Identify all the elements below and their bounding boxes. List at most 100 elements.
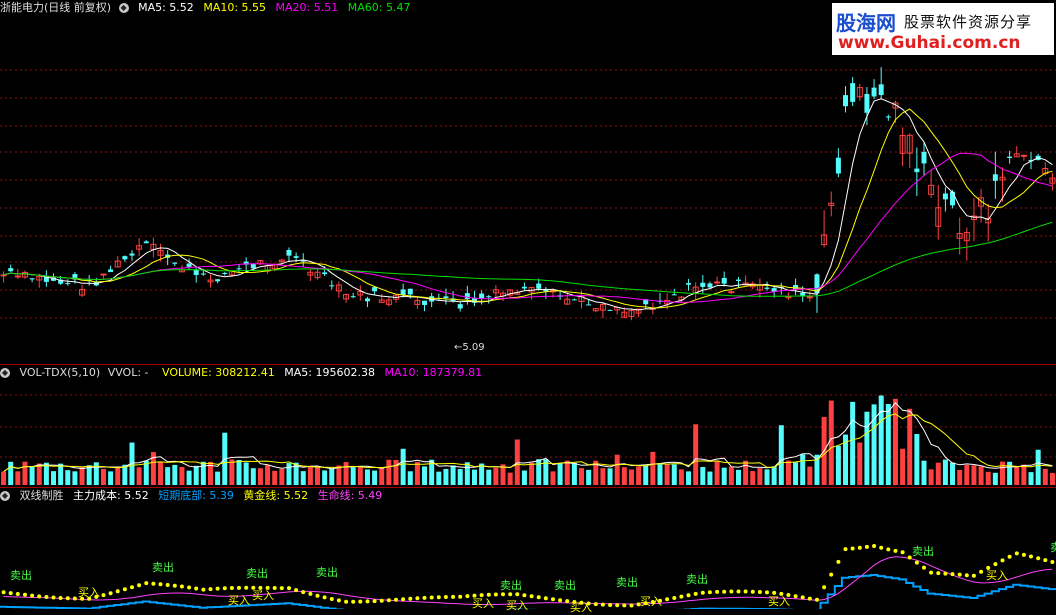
- volume-bar: [636, 466, 642, 485]
- volume-bar: [671, 464, 677, 485]
- indicator-panel[interactable]: ◆ 双线制胜 主力成本: 5.52 短期底部: 5.39 黄金线: 5.52 生…: [0, 487, 1056, 614]
- volume-ma10-label: MA10: 187379.81: [384, 366, 483, 379]
- volume-header: ◆ VOL-TDX(5,10) VVOL: - VOLUME: 308212.4…: [0, 365, 488, 381]
- volume-panel[interactable]: ◆ VOL-TDX(5,10) VVOL: - VOLUME: 308212.4…: [0, 363, 1056, 487]
- volume-bar: [628, 469, 634, 485]
- candle-body: [407, 288, 413, 295]
- volume-bar: [678, 469, 684, 485]
- gold-line-dot: [843, 547, 848, 552]
- volume-chart[interactable]: [0, 363, 1056, 487]
- volume-bar: [928, 469, 934, 485]
- volume-bar: [379, 467, 385, 485]
- volume-bar: [728, 466, 734, 485]
- gold-line-dot: [322, 595, 327, 600]
- gold-line-dot: [914, 560, 919, 565]
- gold-line-dot: [900, 550, 905, 555]
- watermark-tagline: 股票软件资源分享: [904, 13, 1033, 31]
- candle-body: [186, 263, 192, 267]
- buy-signal-label: 买入: [768, 595, 790, 608]
- gold-line-dot: [608, 603, 613, 607]
- volume-bar: [372, 470, 378, 485]
- volume-bar: [785, 460, 791, 485]
- volume-bar: [907, 408, 913, 485]
- volume-bar: [58, 463, 64, 485]
- candle-body: [250, 263, 256, 269]
- gold-line-dot: [957, 572, 962, 577]
- candle-body: [800, 292, 806, 296]
- short-bottom-line: [0, 574, 1056, 609]
- candle-body: [835, 157, 841, 174]
- gold-line-dot: [201, 587, 206, 592]
- watermark-logo: 股海网 股票软件资源分享 www.Guhai.com.cn: [832, 3, 1054, 55]
- volume-bar: [878, 395, 884, 485]
- candle-body: [65, 283, 71, 285]
- volume-bar: [686, 471, 692, 485]
- gold-line-dot: [836, 559, 841, 564]
- volume-bar: [1021, 464, 1027, 485]
- main-cost-label: 主力成本: 5.52: [73, 489, 149, 502]
- indicator-circle-icon[interactable]: ◆: [0, 491, 10, 501]
- candle-body: [222, 272, 228, 274]
- gold-line-dot: [344, 599, 349, 604]
- volume-bar: [357, 467, 363, 485]
- volume-bar: [51, 471, 57, 485]
- gold-line-dot: [922, 565, 926, 570]
- gold-line-dot: [208, 587, 213, 592]
- candle-body: [536, 283, 542, 289]
- gold-line-dot: [179, 584, 184, 589]
- volume-bar: [735, 469, 741, 485]
- gold-line-dot: [822, 585, 827, 590]
- candle-body: [193, 270, 199, 276]
- gold-line-dot: [672, 596, 677, 600]
- gold-line-dot: [394, 597, 398, 602]
- gold-line-dot: [529, 594, 534, 599]
- volume-bar: [257, 468, 263, 485]
- gold-line-dot: [365, 599, 370, 604]
- gold-line-dot: [700, 590, 705, 595]
- settings-circle-icon[interactable]: ◆: [118, 3, 129, 13]
- candle-body: [443, 296, 449, 299]
- volume-bar: [422, 466, 428, 485]
- volume-bar: [464, 462, 470, 485]
- sell-signal-label: 卖出: [1050, 541, 1056, 554]
- volume-circle-icon[interactable]: ◆: [0, 368, 10, 378]
- buy-signal-label: 买入: [228, 594, 250, 607]
- gold-line-dot: [1050, 560, 1055, 564]
- volume-indicator-name: VOL-TDX(5,10): [19, 366, 101, 379]
- volume-bar: [79, 466, 85, 485]
- gold-line-dot: [943, 571, 948, 576]
- volume-bar: [443, 468, 449, 485]
- gold-line-dot: [23, 592, 27, 597]
- gold-line-dot: [165, 583, 170, 587]
- gold-line-dot: [593, 602, 598, 607]
- volume-bar: [643, 465, 649, 485]
- volume-bar: [386, 459, 392, 485]
- candle-body: [885, 116, 891, 118]
- gold-line-dot: [279, 586, 284, 591]
- gold-line-dot: [979, 569, 984, 574]
- volume-bar: [657, 464, 663, 485]
- candle-body: [671, 294, 677, 296]
- gold-line-dot: [971, 573, 976, 578]
- gold-line-dot: [465, 594, 470, 599]
- volume-bar: [407, 471, 413, 485]
- candle-body: [100, 273, 107, 276]
- indicator-chart[interactable]: [0, 487, 1056, 609]
- gold-line-dot: [294, 588, 299, 593]
- gold-line-dot: [329, 597, 334, 601]
- gold-line-dot: [1043, 558, 1048, 563]
- candle-body: [921, 151, 927, 164]
- candle-body: [686, 283, 692, 285]
- gold-line-dot: [151, 581, 156, 586]
- candle-body: [586, 304, 592, 306]
- volume-bar: [236, 459, 242, 485]
- candle-body: [129, 253, 135, 256]
- candle-body: [721, 277, 727, 284]
- gold-line-dot: [807, 596, 812, 601]
- life-line-label: 生命线: 5.49: [317, 489, 383, 502]
- volume-bar: [835, 445, 841, 485]
- gold-line-dot: [351, 599, 356, 604]
- candle-body: [293, 256, 299, 258]
- price-panel[interactable]: 浙能电力(日线 前复权) ◆ MA5: 5.52 MA10: 5.55 MA20…: [0, 0, 1056, 363]
- candle-body: [1007, 156, 1013, 158]
